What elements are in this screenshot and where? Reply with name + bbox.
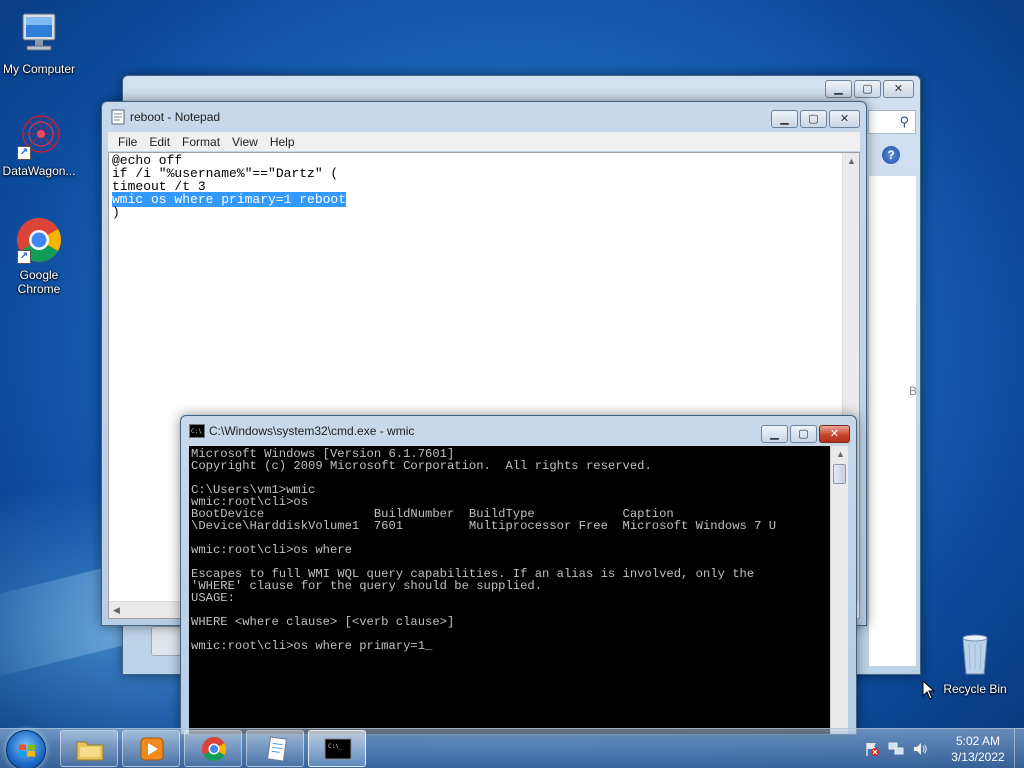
folder-icon bbox=[76, 741, 104, 761]
clock[interactable]: 5:02 AM 3/13/2022 bbox=[946, 733, 1010, 765]
cmd-icon: C:\ bbox=[189, 424, 205, 438]
desktop-icon-google-chrome[interactable]: ↗ Google Chrome bbox=[0, 216, 78, 296]
taskbar-chrome-button[interactable] bbox=[184, 730, 242, 767]
start-button[interactable] bbox=[6, 730, 46, 768]
cmd-titlebar[interactable]: C:\ C:\Windows\system32\cmd.exe - wmic bbox=[181, 416, 856, 446]
desktop-icon-label: DataWagon... bbox=[2, 164, 76, 178]
menu-help[interactable]: Help bbox=[264, 135, 301, 149]
minimize-button[interactable]: ▁ bbox=[761, 425, 788, 443]
window-controls: ▁ ▢ ✕ bbox=[769, 110, 860, 128]
maximize-button[interactable]: ▢ bbox=[800, 110, 827, 128]
system-tray: 5:02 AM 3/13/2022 bbox=[860, 733, 1010, 765]
datawagon-icon: ↗ bbox=[15, 112, 63, 160]
menu-bar: File Edit Format View Help bbox=[108, 132, 860, 151]
console-line: USAGE: bbox=[191, 591, 235, 605]
console-line: WHERE <where clause> [<verb clause>] bbox=[191, 615, 455, 629]
desktop-icon-label: Google Chrome bbox=[17, 268, 61, 296]
svg-text:C:\_: C:\_ bbox=[328, 743, 343, 750]
taskbar-cmd-button[interactable]: C:\_ bbox=[308, 730, 366, 767]
mouse-cursor-icon bbox=[922, 680, 936, 700]
window-title: C:\Windows\system32\cmd.exe - wmic bbox=[209, 424, 415, 438]
desktop-icon-label: Recycle Bin bbox=[943, 682, 1007, 696]
desktop-icon-recycle-bin[interactable]: Recycle Bin bbox=[936, 630, 1014, 696]
console-scrollbar[interactable]: ▲ bbox=[830, 446, 848, 734]
notepad-titlebar[interactable]: reboot - Notepad bbox=[102, 102, 866, 132]
close-button[interactable]: ✕ bbox=[829, 110, 860, 128]
windows-logo-icon bbox=[19, 744, 35, 757]
volume-icon[interactable] bbox=[912, 741, 928, 757]
window-controls: ▁ ▢ ✕ bbox=[823, 80, 914, 98]
recycle-bin-icon bbox=[951, 630, 999, 678]
chrome-icon bbox=[202, 737, 227, 762]
menu-format[interactable]: Format bbox=[176, 135, 226, 149]
console-text: Microsoft Windows [Version 6.1.7601] Copy… bbox=[191, 448, 829, 652]
selected-code-line: wmic os where primary=1 reboot bbox=[112, 192, 347, 207]
search-icon[interactable]: ⚲ bbox=[899, 114, 909, 130]
notepad-icon bbox=[266, 736, 288, 762]
scroll-thumb[interactable] bbox=[833, 464, 846, 484]
computer-icon bbox=[15, 10, 63, 58]
clock-time: 5:02 AM bbox=[955, 734, 1001, 748]
window-title: reboot - Notepad bbox=[130, 110, 221, 124]
scroll-up-icon[interactable]: ▲ bbox=[847, 156, 856, 166]
shortcut-arrow-icon: ↗ bbox=[17, 146, 31, 160]
notepad-icon bbox=[111, 109, 125, 125]
desktop-icon-label: My Computer bbox=[2, 62, 76, 76]
desktop-icon-datawagon[interactable]: ↗ DataWagon... bbox=[0, 112, 78, 178]
console-output[interactable]: Microsoft Windows [Version 6.1.7601] Copy… bbox=[189, 446, 848, 734]
network-icon[interactable] bbox=[888, 741, 904, 757]
maximize-button[interactable]: ▢ bbox=[790, 425, 817, 443]
gear-icon bbox=[151, 626, 181, 656]
taskbar-notepad-button[interactable] bbox=[246, 730, 304, 767]
taskbar: C:\_ 5:02 AM 3/13/2022 bbox=[0, 728, 1024, 768]
close-button[interactable]: ✕ bbox=[819, 425, 850, 443]
svg-text:C:\: C:\ bbox=[191, 428, 202, 435]
console-line: 'WHERE' clause for the query should be s… bbox=[191, 579, 543, 593]
taskbar-media-player-button[interactable] bbox=[122, 730, 180, 767]
cmd-icon: C:\_ bbox=[324, 738, 352, 760]
scroll-up-icon[interactable]: ▲ bbox=[836, 449, 845, 459]
desktop-icon-my-computer[interactable]: My Computer bbox=[0, 10, 78, 76]
background-window-content: B bbox=[868, 176, 918, 666]
console-line: \Device\HarddiskVolume1 7601 Multiproces… bbox=[191, 519, 777, 533]
chrome-icon: ↗ bbox=[15, 216, 63, 264]
console-line: Copyright (c) 2009 Microsoft Corporation… bbox=[191, 459, 652, 473]
maximize-button[interactable]: ▢ bbox=[854, 80, 881, 98]
window-controls: ▁ ▢ ✕ bbox=[759, 425, 850, 443]
show-desktop-button[interactable] bbox=[1014, 729, 1024, 768]
close-button[interactable]: ✕ bbox=[883, 80, 914, 98]
console-line: wmic:root\cli>os where primary=1_ bbox=[191, 639, 433, 652]
minimize-button[interactable]: ▁ bbox=[825, 80, 852, 98]
media-player-icon bbox=[140, 737, 164, 761]
code-line: ) bbox=[112, 205, 120, 220]
menu-file[interactable]: File bbox=[112, 135, 143, 149]
clock-date: 3/13/2022 bbox=[951, 750, 1005, 764]
console-line: wmic:root\cli>os where bbox=[191, 543, 352, 557]
help-icon[interactable]: ? bbox=[882, 146, 900, 164]
search-input[interactable]: ⚲ bbox=[868, 110, 916, 134]
action-center-flag-icon[interactable] bbox=[864, 741, 880, 757]
menu-view[interactable]: View bbox=[226, 135, 264, 149]
partial-text: B bbox=[909, 384, 918, 398]
shortcut-arrow-icon: ↗ bbox=[17, 250, 31, 264]
menu-edit[interactable]: Edit bbox=[143, 135, 176, 149]
editor-content[interactable]: @echo off if /i "%username%"=="Dartz" (ti… bbox=[112, 154, 347, 220]
minimize-button[interactable]: ▁ bbox=[771, 110, 798, 128]
taskbar-explorer-button[interactable] bbox=[60, 730, 118, 767]
scroll-left-icon[interactable]: ◀ bbox=[113, 605, 120, 616]
cmd-window[interactable]: C:\ C:\Windows\system32\cmd.exe - wmic ▁… bbox=[180, 415, 857, 735]
